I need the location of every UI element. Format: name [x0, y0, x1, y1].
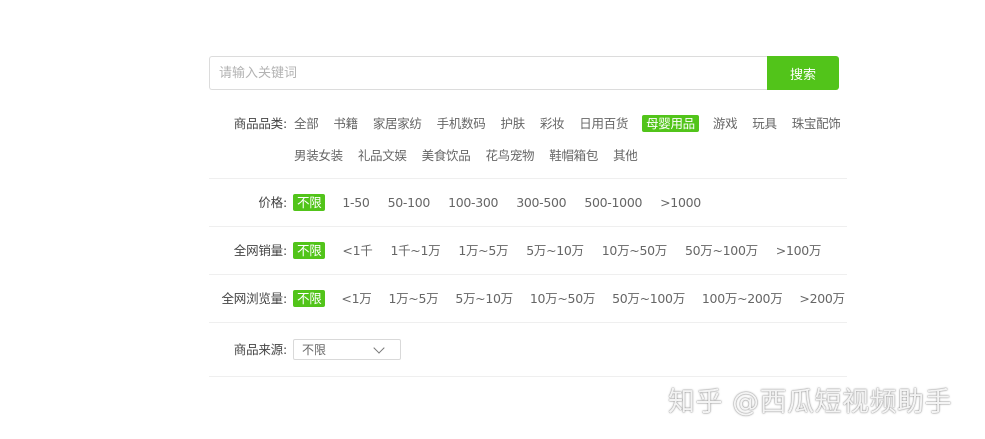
search-bar: 搜索	[209, 56, 839, 90]
price-option[interactable]: 不限	[293, 194, 326, 211]
category-options: 全部 书籍 家居家纺 手机数码 护肤 彩妆 日用百货 母婴用品 游戏 玩具 珠宝配饰男装女装 礼品文娱…	[293, 115, 847, 164]
source-select-value: 不限	[302, 343, 327, 357]
views-filter-row: 全网浏览量: 不限 <1万 1万~5万 5万~10万 10万~50万 50万~100万 10…	[209, 275, 847, 323]
sales-option[interactable]: 1万~5万	[457, 242, 509, 259]
sales-option[interactable]: 不限	[293, 242, 326, 259]
price-option[interactable]: 50-100	[387, 194, 431, 211]
category-option[interactable]: 其他	[612, 147, 638, 164]
views-option[interactable]: 50万~100万	[611, 290, 686, 307]
sales-options: 不限 <1千 1千~1万 1万~5万 5万~10万 10万~50万 50万~100万 >100…	[293, 242, 847, 259]
price-option[interactable]: 300-500	[515, 194, 567, 211]
sales-option[interactable]: <1千	[341, 242, 373, 259]
category-option[interactable]: 美食饮品	[421, 147, 472, 164]
category-option[interactable]: 珠宝配饰	[791, 115, 842, 132]
sales-option[interactable]: 10万~50万	[601, 242, 668, 259]
sales-filter-label: 全网销量:	[233, 243, 287, 258]
category-option[interactable]: 男装女装	[293, 147, 344, 164]
views-option[interactable]: <1万	[340, 290, 372, 307]
category-option[interactable]: 花鸟宠物	[484, 147, 535, 164]
category-option[interactable]: 玩具	[751, 115, 777, 132]
views-option[interactable]: >200万	[798, 290, 845, 307]
views-option[interactable]: 100万~200万	[701, 290, 784, 307]
category-option[interactable]: 护肤	[499, 115, 525, 132]
price-option[interactable]: 100-300	[447, 194, 499, 211]
category-option[interactable]: 鞋帽箱包	[548, 147, 599, 164]
category-option[interactable]: 彩妆	[539, 115, 565, 132]
sales-option[interactable]: 1千~1万	[389, 242, 441, 259]
search-button[interactable]: 搜索	[767, 56, 839, 90]
price-option[interactable]: >1000	[659, 194, 702, 211]
views-option[interactable]: 10万~50万	[529, 290, 596, 307]
price-filter-label: 价格:	[258, 195, 287, 210]
category-option[interactable]: 日用百货	[578, 115, 629, 132]
sales-option[interactable]: >100万	[775, 242, 822, 259]
views-option[interactable]: 不限	[293, 290, 326, 307]
sales-filter-row: 全网销量: 不限 <1千 1千~1万 1万~5万 5万~10万 10万~50万 50万~10…	[209, 227, 847, 275]
category-option[interactable]: 全部	[293, 115, 319, 132]
views-option[interactable]: 1万~5万	[387, 290, 439, 307]
category-filter-row: 商品品类: 全部 书籍 家居家纺 手机数码 护肤 彩妆 日用百货 母婴用品 游戏 玩具 珠宝配饰男装…	[209, 106, 847, 179]
views-filter-label: 全网浏览量:	[221, 291, 287, 306]
price-filter-row: 价格: 不限 1-50 50-100 100-300 300-500 500-1000 >1…	[209, 179, 847, 227]
views-options: 不限 <1万 1万~5万 5万~10万 10万~50万 50万~100万 100万~200万…	[293, 290, 847, 307]
category-option[interactable]: 礼品文娱	[357, 147, 408, 164]
source-filter-label: 商品来源:	[233, 341, 287, 357]
sales-option[interactable]: 50万~100万	[684, 242, 759, 259]
category-option[interactable]: 书籍	[332, 115, 358, 132]
chevron-down-icon	[373, 341, 385, 354]
views-option[interactable]: 5万~10万	[454, 290, 514, 307]
watermark: 知乎 @西瓜短视频助手	[668, 387, 953, 418]
price-option[interactable]: 1-50	[341, 194, 370, 211]
category-option[interactable]: 母婴用品	[642, 115, 699, 132]
category-option[interactable]: 家居家纺	[372, 115, 423, 132]
price-options: 不限 1-50 50-100 100-300 300-500 500-1000 >1000	[293, 194, 847, 211]
category-option[interactable]: 手机数码	[436, 115, 487, 132]
search-input[interactable]	[209, 56, 767, 90]
price-option[interactable]: 500-1000	[583, 194, 643, 211]
filter-panel: 商品品类: 全部 书籍 家居家纺 手机数码 护肤 彩妆 日用百货 母婴用品 游戏 玩具 珠宝配饰男装…	[209, 106, 847, 377]
category-option[interactable]: 游戏	[712, 115, 738, 132]
category-filter-label: 商品品类:	[233, 116, 287, 131]
source-filter-row: 商品来源: 不限	[209, 323, 847, 377]
sales-option[interactable]: 5万~10万	[525, 242, 585, 259]
source-select[interactable]: 不限	[293, 339, 401, 360]
